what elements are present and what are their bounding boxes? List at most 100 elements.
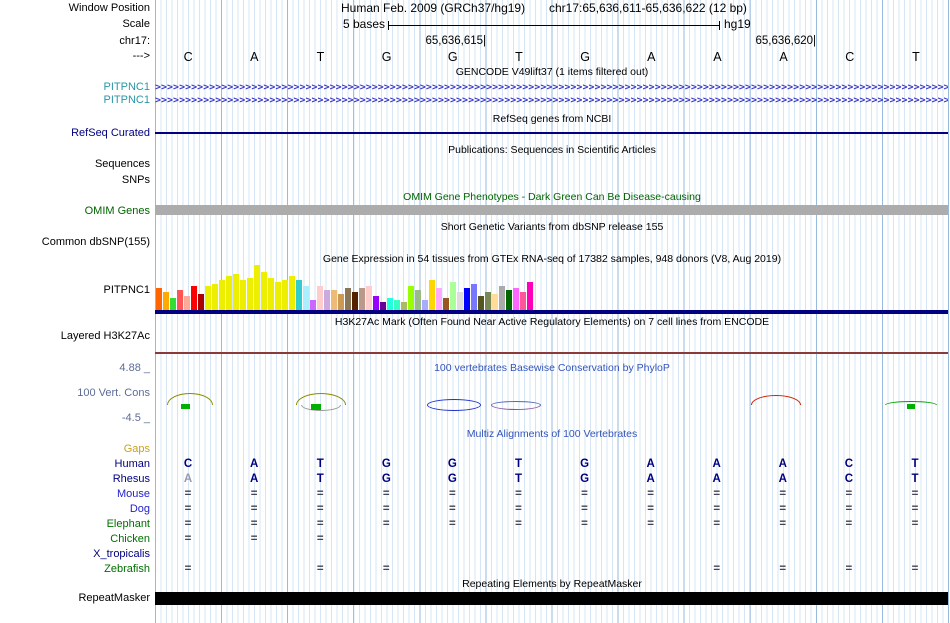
gtex-tissue-bar[interactable] [191,286,197,310]
gtex-tissue-bar[interactable] [261,272,267,310]
species-label[interactable]: Human [0,457,150,472]
multiz-row-gaps[interactable]: Gaps [0,442,950,457]
gtex-tissue-bar[interactable] [240,280,246,310]
gtex-tissue-bar[interactable] [450,282,456,310]
species-label[interactable]: Dog [0,502,150,517]
phylop-track-label[interactable]: 100 Vert. Cons [0,387,150,400]
multiz-row-mouse[interactable]: Mouse = = = = = = = = = = = = [0,487,950,502]
gtex-tissue-bar[interactable] [415,290,421,310]
gtex-tissue-bar[interactable] [184,296,190,310]
gtex-tissue-bar[interactable] [170,298,176,310]
gtex-tissue-bar[interactable] [429,280,435,310]
gencode-item-label-1[interactable]: PITPNC1 [0,81,150,94]
multiz-row-elephant[interactable]: Elephant = = = = = = = = = = = = [0,517,950,532]
gtex-tissue-bar[interactable] [254,265,260,310]
h3k27ac-signal-line[interactable] [155,352,948,354]
gtex-tissue-bar[interactable] [289,276,295,310]
species-label[interactable]: Rhesus [0,472,150,487]
repeatmasker-track-label[interactable]: RepeatMasker [0,592,150,605]
h3k27ac-track-label[interactable]: Layered H3K27Ac [0,330,150,343]
gtex-tissue-bar[interactable] [506,290,512,310]
phylop-tick [181,404,190,409]
gtex-tissue-bar[interactable] [394,300,400,310]
refseq-gene-line[interactable] [155,132,948,134]
species-label[interactable]: X_tropicalis [0,547,150,562]
repeatmasker-bar[interactable] [155,592,948,605]
gtex-tissue-bar[interactable] [226,276,232,310]
gtex-tissue-bar[interactable] [478,296,484,310]
phylop-arcs[interactable] [155,383,948,423]
gtex-tissue-bar[interactable] [212,284,218,310]
snps-track-label[interactable]: SNPs [0,174,150,187]
gtex-tissue-bar[interactable] [282,280,288,310]
alignment-base: G [447,458,457,470]
species-label[interactable]: Elephant [0,517,150,532]
gtex-tissue-bar[interactable] [380,302,386,310]
species-label[interactable]: Mouse [0,487,150,502]
gtex-tissue-bar[interactable] [359,288,365,310]
gtex-tissue-bar[interactable] [373,296,379,310]
gtex-tissue-bar[interactable] [219,280,225,310]
gtex-tissue-bar[interactable] [303,286,309,310]
gtex-gene-baseline[interactable] [155,310,948,314]
gtex-tissue-bar[interactable] [310,300,316,310]
gtex-tissue-bar[interactable] [352,292,358,310]
gtex-tissue-bar[interactable] [485,292,491,310]
multiz-row-x_tropicalis[interactable]: X_tropicalis [0,547,950,562]
gencode-arrow-line[interactable]: >>>>>>>>>>>>>>>>>>>>>>>>>>>>>>>>>>>>>>>>… [155,82,948,93]
gtex-tissue-bar[interactable] [471,284,477,310]
gtex-tissue-bar[interactable] [527,282,533,310]
gtex-tissue-bar[interactable] [366,286,372,310]
gtex-tissue-bar[interactable] [443,298,449,310]
gtex-tissue-bar[interactable] [457,292,463,310]
gtex-tissue-bar[interactable] [436,288,442,310]
omim-gene-bar[interactable] [155,205,948,215]
refseq-track-label[interactable]: RefSeq Curated [0,127,150,140]
gtex-tissue-bar[interactable] [513,288,519,310]
sequences-track-label[interactable]: Sequences [0,158,150,171]
multiz-row-dog[interactable]: Dog = = = = = = = = = = = = [0,502,950,517]
gtex-tissue-bar[interactable] [198,294,204,310]
gencode-item-label-2[interactable]: PITPNC1 [0,94,150,107]
gtex-tissue-bar[interactable] [499,286,505,310]
alignment-gap-mark: = [449,488,456,500]
gtex-tissue-bar[interactable] [401,302,407,310]
gtex-tissue-bar[interactable] [520,292,526,310]
gtex-tissue-bar[interactable] [324,290,330,310]
gtex-tissue-bar[interactable] [177,290,183,310]
gtex-tissue-bar[interactable] [387,298,393,310]
gtex-tissue-bar[interactable] [296,280,302,310]
gencode-arrow-line[interactable]: >>>>>>>>>>>>>>>>>>>>>>>>>>>>>>>>>>>>>>>>… [155,95,948,106]
gtex-track-label[interactable]: PITPNC1 [0,284,150,297]
gtex-tissue-bar[interactable] [422,300,428,310]
species-label[interactable]: Zebrafish [0,562,150,577]
alignment-gap-mark: = [845,518,853,530]
alignment-empty [155,547,221,562]
base-letter: T [912,50,920,64]
multiz-row-zebrafish[interactable]: Zebrafish = = = = = = = [0,562,950,577]
multiz-row-rhesus[interactable]: Rhesus A A T G G T G A A A C T [0,472,950,487]
gtex-bars[interactable] [156,265,533,310]
gtex-tissue-bar[interactable] [205,286,211,310]
gtex-tissue-bar[interactable] [163,292,169,310]
multiz-row-chicken[interactable]: Chicken = = = [0,532,950,547]
gtex-tissue-bar[interactable] [331,290,337,310]
gtex-tissue-bar[interactable] [156,288,162,310]
gtex-tissue-bar[interactable] [492,294,498,310]
multiz-row-human[interactable]: Human C A T G G T G A A A C T [0,457,950,472]
omim-track-label[interactable]: OMIM Genes [0,205,150,218]
gtex-tissue-bar[interactable] [275,282,281,310]
gtex-tissue-bar[interactable] [338,294,344,310]
alignment-empty [419,442,485,457]
gtex-tissue-bar[interactable] [317,286,323,310]
gtex-tissue-bar[interactable] [247,278,253,310]
gtex-tissue-bar[interactable] [408,286,414,310]
species-label[interactable]: Chicken [0,532,150,547]
gtex-tissue-bar[interactable] [268,278,274,310]
phylop-tick [311,404,321,410]
dbsnp-track-label[interactable]: Common dbSNP(155) [0,236,150,249]
species-label[interactable]: Gaps [0,442,150,457]
gtex-tissue-bar[interactable] [233,274,239,310]
gtex-tissue-bar[interactable] [464,288,470,310]
gtex-tissue-bar[interactable] [345,288,351,310]
